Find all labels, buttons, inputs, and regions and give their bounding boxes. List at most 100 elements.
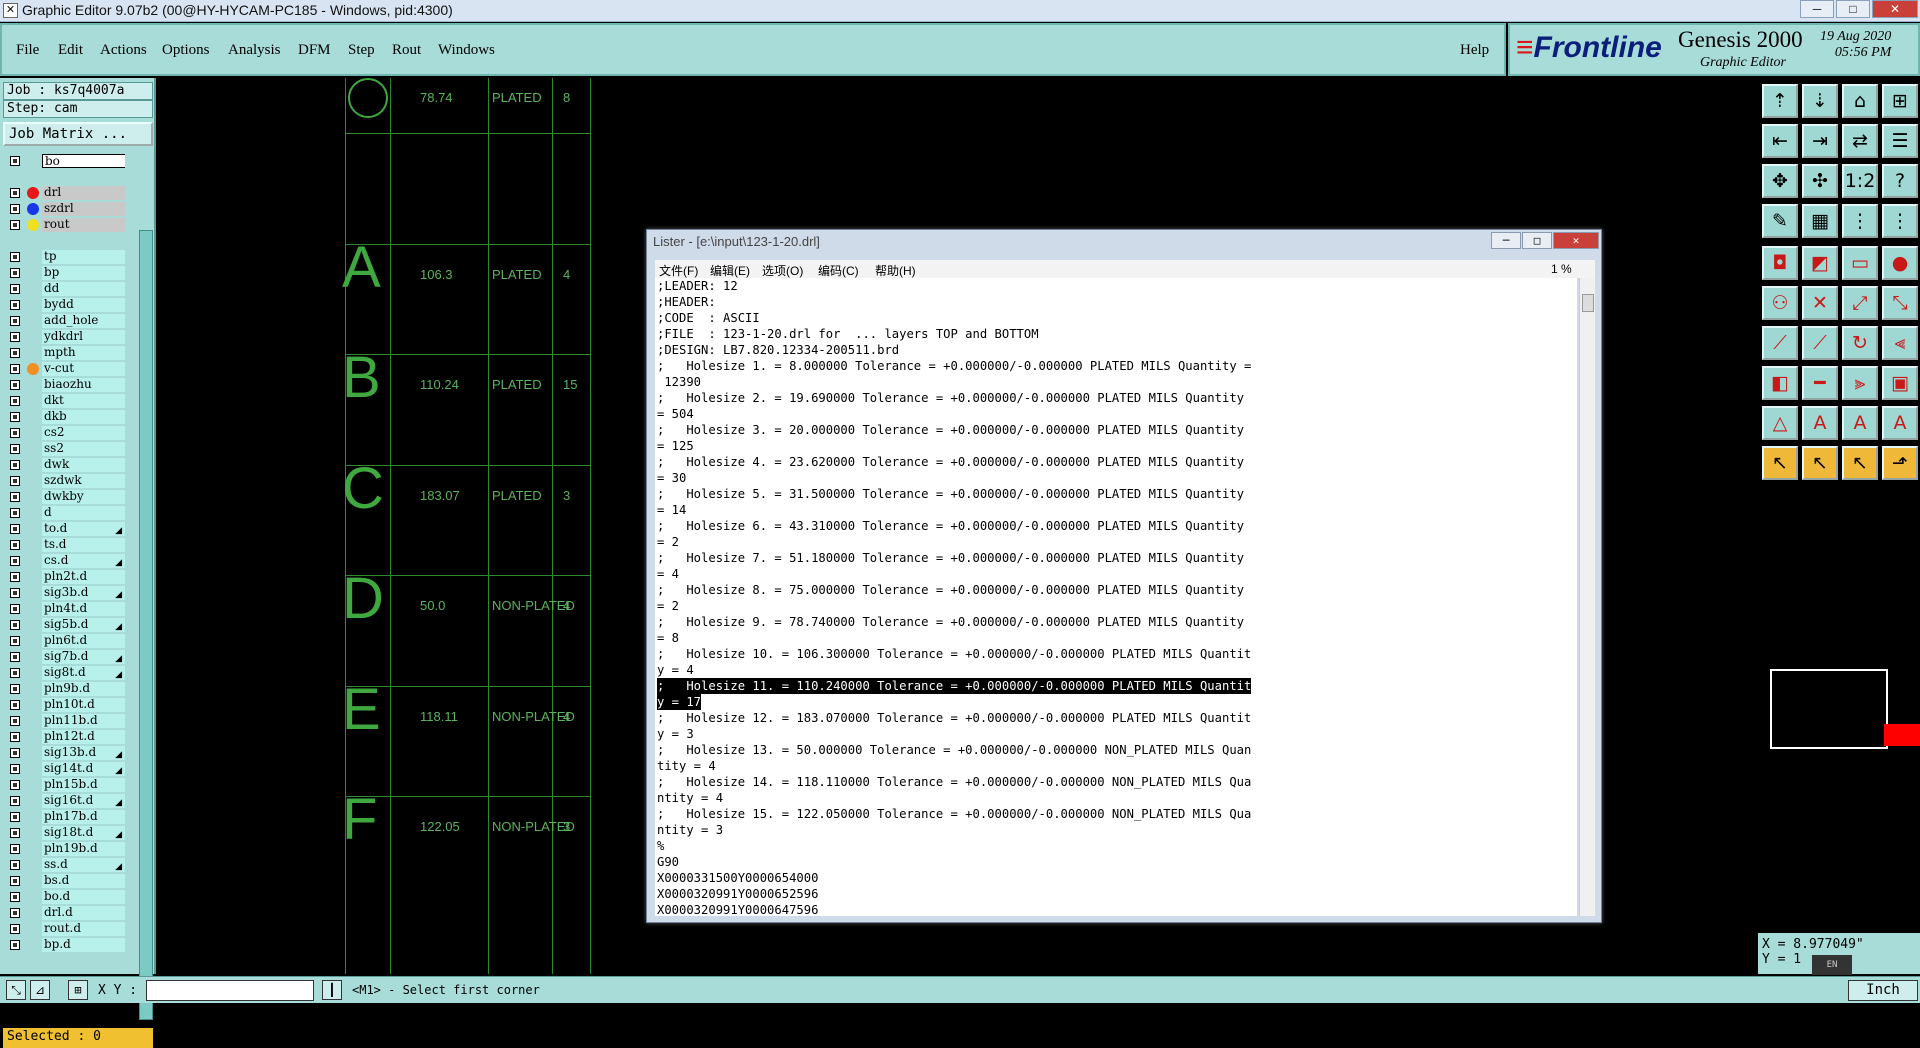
layer-name[interactable]: bp.d (42, 938, 125, 952)
tool-icon[interactable]: A (1882, 406, 1918, 440)
tool-icon[interactable]: ⇄ (1842, 124, 1878, 158)
layer-name[interactable]: drl.d (42, 906, 125, 920)
layer-row[interactable]: pln15b.d (3, 777, 125, 793)
tool-icon[interactable]: ↖ (1762, 446, 1798, 480)
layer-row[interactable]: ss2 (3, 441, 125, 457)
tool-icon[interactable]: ⫸ (1842, 366, 1878, 400)
layer-row[interactable]: pln2t.d (3, 569, 125, 585)
tool-icon[interactable]: ⟋ (1802, 326, 1838, 360)
layer-checkbox[interactable] (10, 204, 20, 214)
layer-row[interactable]: biaozhu (3, 377, 125, 393)
layer-checkbox[interactable] (10, 476, 20, 486)
tool-icon[interactable]: ✕ (1802, 286, 1838, 320)
lister-menu-file[interactable]: 文件(F) (659, 262, 698, 279)
layer-checkbox[interactable] (10, 636, 20, 646)
layer-checkbox[interactable] (10, 700, 20, 710)
layer-row[interactable]: pln17b.d (3, 809, 125, 825)
layer-checkbox[interactable] (10, 300, 20, 310)
lister-menu-help[interactable]: 帮助(H) (875, 262, 916, 279)
layer-checkbox[interactable] (10, 524, 20, 534)
job-matrix-button[interactable]: Job Matrix ... (3, 122, 153, 146)
layer-row[interactable]: d (3, 505, 125, 521)
layer-checkbox[interactable] (10, 332, 20, 342)
tool-icon[interactable]: ? (1882, 164, 1918, 198)
layer-name[interactable]: dkb (42, 410, 125, 424)
lister-menu-edit[interactable]: 编辑(E) (710, 262, 750, 279)
layer-checkbox[interactable] (10, 508, 20, 518)
layer-checkbox[interactable] (10, 348, 20, 358)
tool-icon[interactable]: A (1802, 406, 1838, 440)
layer-row[interactable]: pln6t.d (3, 633, 125, 649)
layer-checkbox[interactable] (10, 252, 20, 262)
layer-checkbox[interactable] (10, 828, 20, 838)
layer-row[interactable]: pln4t.d (3, 601, 125, 617)
layer-row[interactable]: ydkdrl (3, 329, 125, 345)
layer-name[interactable]: bs.d (42, 874, 125, 888)
tool-icon[interactable]: ☰ (1882, 124, 1918, 158)
lister-maximize-button[interactable]: □ (1522, 232, 1552, 249)
layer-name[interactable]: szdrl (42, 202, 125, 216)
layer-row[interactable] (3, 169, 125, 185)
layer-checkbox[interactable] (10, 668, 20, 678)
layer-name[interactable]: bo (42, 154, 125, 168)
layer-name[interactable]: drl (42, 186, 125, 200)
tool-icon[interactable]: ◘ (1762, 246, 1798, 280)
layer-row[interactable]: sig14t.d ◢ (3, 761, 125, 777)
menu-file[interactable]: File (16, 42, 39, 59)
tool-icon[interactable]: A (1842, 406, 1878, 440)
layer-row[interactable]: sig3b.d ◢ (3, 585, 125, 601)
ime-indicator[interactable]: EN (1812, 955, 1852, 975)
zoom-icon[interactable]: ⤡ (6, 980, 26, 1000)
layer-row[interactable]: dkt (3, 393, 125, 409)
layer-checkbox[interactable] (10, 444, 20, 454)
minimap[interactable] (1770, 669, 1888, 749)
layer-row[interactable]: dwkby (3, 489, 125, 505)
layer-name[interactable]: ss.d ◢ (42, 858, 125, 872)
layer-row[interactable]: tp (3, 249, 125, 265)
layer-checkbox[interactable] (10, 620, 20, 630)
layer-checkbox[interactable] (10, 428, 20, 438)
layer-row[interactable]: sig7b.d ◢ (3, 649, 125, 665)
layer-name[interactable]: ss2 (42, 442, 125, 456)
layer-name[interactable]: sig18t.d ◢ (42, 826, 125, 840)
layer-name[interactable]: pln19b.d (42, 842, 125, 856)
layer-name[interactable]: pln6t.d (42, 634, 125, 648)
layer-checkbox[interactable] (10, 860, 20, 870)
layer-row[interactable]: dwk (3, 457, 125, 473)
lister-scrollbar[interactable] (1579, 278, 1595, 916)
tool-icon[interactable]: ◧ (1762, 366, 1798, 400)
layer-name[interactable]: bydd (42, 298, 125, 312)
tool-icon[interactable]: ⤡ (1882, 286, 1918, 320)
tool-icon[interactable]: ↖ (1802, 446, 1838, 480)
tool-icon[interactable]: ◩ (1802, 246, 1838, 280)
layer-name[interactable]: pln15b.d (42, 778, 125, 792)
tool-icon[interactable]: ⚇ (1762, 286, 1798, 320)
layer-row[interactable]: cs2 (3, 425, 125, 441)
layer-name[interactable]: bo.d (42, 890, 125, 904)
layer-name[interactable]: bp (42, 266, 125, 280)
layer-name[interactable]: pln10t.d (42, 698, 125, 712)
layer-list-scrollbar[interactable] (139, 230, 153, 1020)
layer-checkbox[interactable] (10, 604, 20, 614)
maximize-button[interactable]: □ (1836, 0, 1870, 18)
layer-row[interactable]: bydd (3, 297, 125, 313)
tool-icon[interactable]: ▦ (1802, 204, 1838, 238)
layer-name[interactable]: sig16t.d ◢ (42, 794, 125, 808)
layer-checkbox[interactable] (10, 748, 20, 758)
tool-icon[interactable]: ⊞ (1882, 84, 1918, 118)
layer-row[interactable]: pln9b.d (3, 681, 125, 697)
layer-checkbox[interactable] (10, 764, 20, 774)
layer-name[interactable]: dkt (42, 394, 125, 408)
tool-icon[interactable]: ━ (1802, 366, 1838, 400)
layer-checkbox[interactable] (10, 924, 20, 934)
layer-row[interactable]: drl (3, 185, 125, 201)
layer-row[interactable]: rout (3, 217, 125, 233)
layer-name[interactable]: sig13b.d ◢ (42, 746, 125, 760)
tool-icon[interactable]: ⇣ (1802, 84, 1838, 118)
tool-icon[interactable]: ⇤ (1762, 124, 1798, 158)
layer-row[interactable]: bo.d (3, 889, 125, 905)
tool-icon[interactable]: ✎ (1762, 204, 1798, 238)
layer-row[interactable]: cs.d ◢ (3, 553, 125, 569)
layer-checkbox[interactable] (10, 588, 20, 598)
layer-name[interactable]: ts.d (42, 538, 125, 552)
